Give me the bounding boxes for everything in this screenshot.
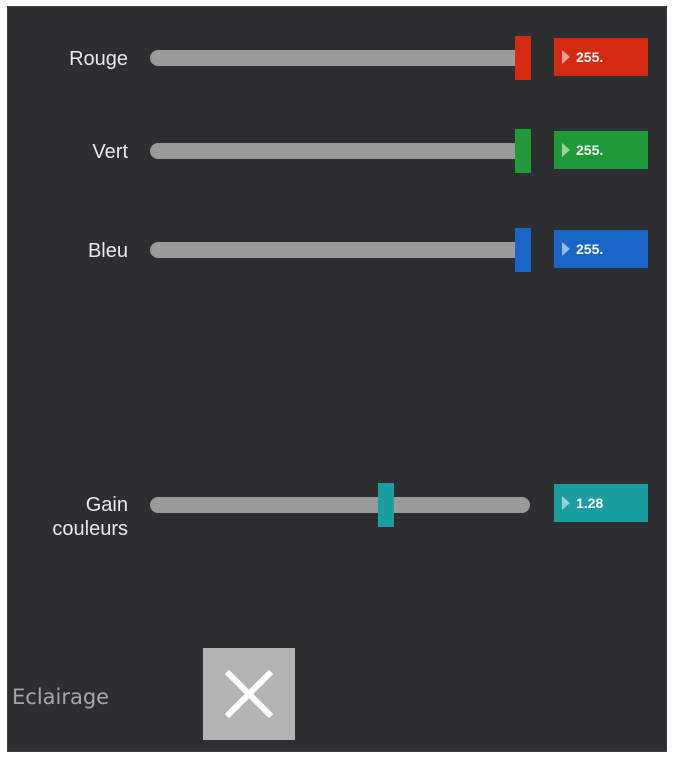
slider-label-vert: Vert <box>92 141 128 163</box>
slider-track-rouge[interactable] <box>150 50 530 66</box>
slider-thumb-rouge[interactable] <box>515 36 531 80</box>
slider-thumb-vert[interactable] <box>515 129 531 173</box>
slider-track-gain[interactable] <box>150 497 530 513</box>
eclairage-toggle-button[interactable] <box>203 648 295 740</box>
number-box-vert[interactable]: 255. <box>554 131 648 169</box>
play-arrow-icon <box>562 50 570 64</box>
close-icon <box>224 669 274 719</box>
play-arrow-icon <box>562 143 570 157</box>
slider-label-line: couleurs <box>52 518 128 540</box>
slider-label-bleu: Bleu <box>87 240 128 262</box>
number-value: 255. <box>576 49 604 65</box>
number-value: 1.28 <box>576 495 604 511</box>
number-box-bleu[interactable]: 255. <box>554 230 648 268</box>
slider-thumb-gain[interactable] <box>378 483 394 527</box>
slider-track-vert[interactable] <box>150 143 530 159</box>
number-value: 255. <box>576 142 604 158</box>
number-value: 255. <box>576 241 604 257</box>
color-settings-panel: Rouge 255. Vert 255. Bleu 255. Gain coul… <box>7 6 667 752</box>
slider-thumb-bleu[interactable] <box>515 228 531 272</box>
number-box-rouge[interactable]: 255. <box>554 38 648 76</box>
eclairage-label: Eclairage <box>12 685 110 709</box>
slider-track-bleu[interactable] <box>150 242 530 258</box>
slider-label-line: Gain <box>85 494 128 516</box>
number-box-gain[interactable]: 1.28 <box>554 484 648 522</box>
slider-label-rouge: Rouge <box>69 48 128 70</box>
play-arrow-icon <box>562 496 570 510</box>
play-arrow-icon <box>562 242 570 256</box>
slider-label-gain-couleurs: Gain couleurs <box>8 493 128 541</box>
